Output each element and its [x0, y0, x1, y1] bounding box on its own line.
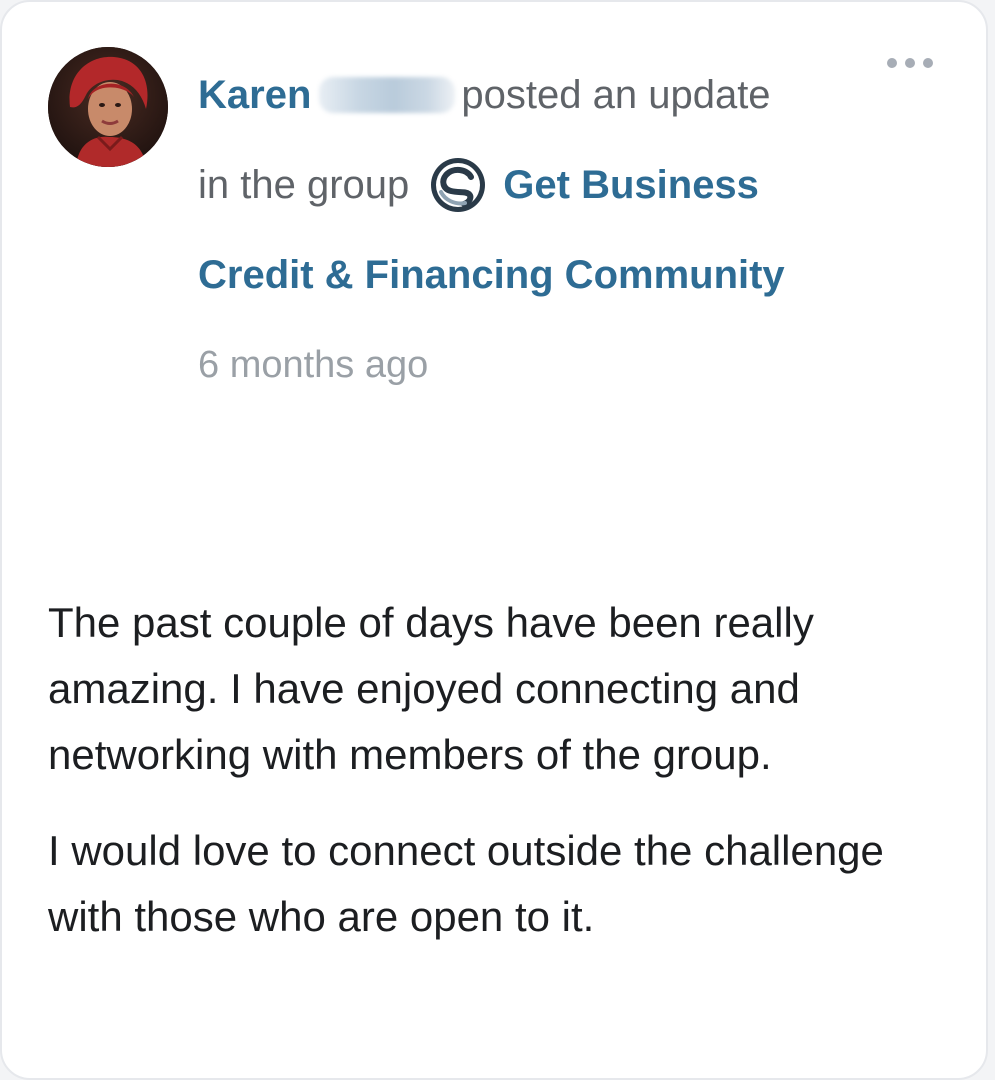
more-options-icon[interactable]	[887, 53, 933, 73]
post-header-line: Karen posted an update	[198, 68, 771, 122]
group-logo-icon[interactable]	[429, 156, 487, 214]
post-content: The past couple of days have been really…	[48, 590, 948, 980]
more-dot	[923, 58, 933, 68]
group-prefix-text: in the group	[198, 162, 410, 207]
more-dot	[905, 58, 915, 68]
more-dot	[887, 58, 897, 68]
group-info-line-continued: Credit & Financing Community	[198, 248, 785, 302]
group-name-link-continued[interactable]: Credit & Financing Community	[198, 253, 785, 298]
activity-post-card: Karen posted an update in the group Get …	[0, 0, 988, 1080]
author-avatar[interactable]	[48, 47, 168, 167]
group-name-link[interactable]: Get Business	[503, 163, 759, 208]
post-paragraph: The past couple of days have been really…	[48, 599, 814, 778]
post-action-text: posted an update	[461, 72, 771, 117]
post-paragraph: I would love to connect outside the chal…	[48, 827, 884, 940]
group-info-line: in the group Get Business	[198, 158, 759, 212]
post-timestamp-line: 6 months ago	[198, 338, 428, 392]
author-name-link[interactable]: Karen	[198, 73, 311, 118]
redacted-last-name	[319, 77, 456, 113]
post-timestamp[interactable]: 6 months ago	[198, 344, 428, 387]
avatar-photo	[48, 47, 168, 167]
